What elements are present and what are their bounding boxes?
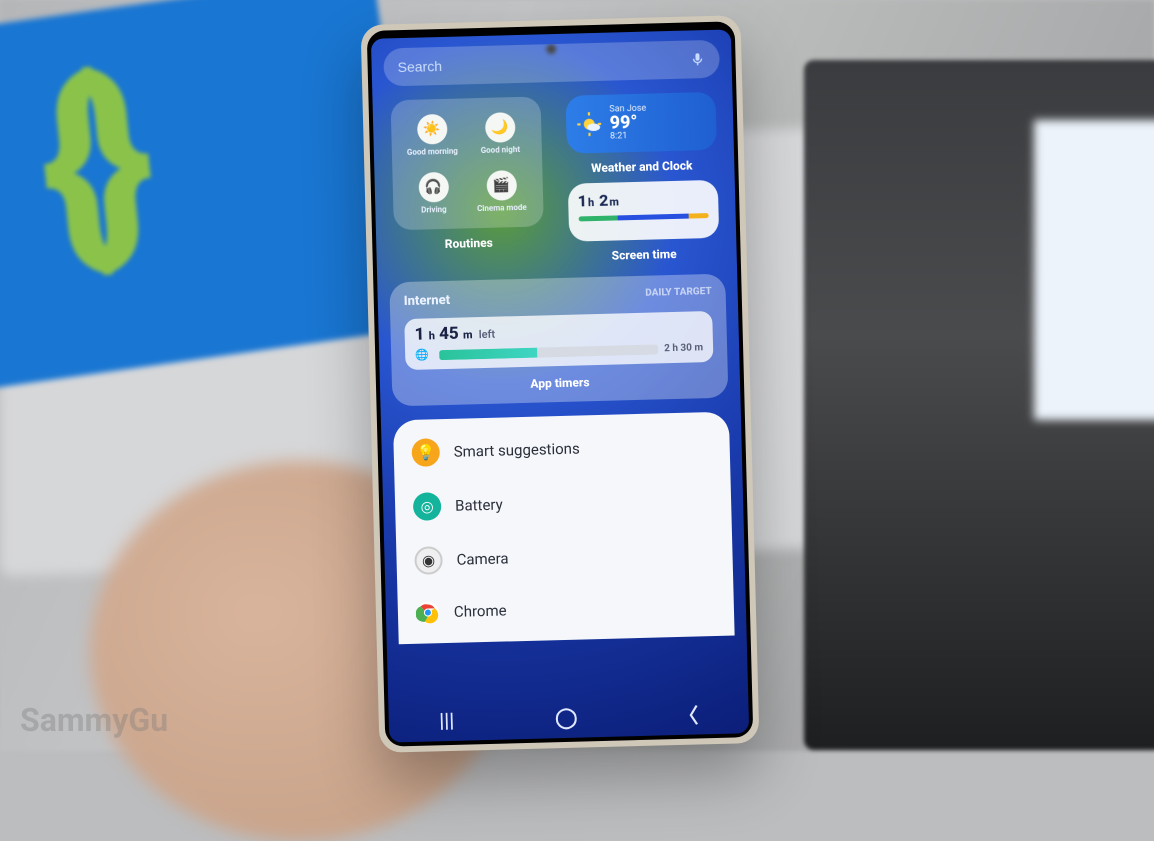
screentime-bar xyxy=(578,213,708,221)
lightbulb-icon: 💡 xyxy=(411,438,440,467)
weather-widget[interactable]: San Jose 99° 8:21 xyxy=(565,92,716,154)
camera-icon: ◉ xyxy=(414,546,443,575)
suggestion-smart[interactable]: 💡 Smart suggestions xyxy=(393,418,730,481)
app-timers-caption: App timers xyxy=(406,372,714,394)
at-m-unit: m xyxy=(463,328,473,341)
at-minutes: 45 xyxy=(439,324,459,345)
st-hours: 1 xyxy=(577,191,587,210)
routine-item[interactable]: 🎬 Cinema mode xyxy=(470,165,533,219)
st-h-unit: h xyxy=(588,196,595,209)
weather-location: San Jose xyxy=(609,105,646,115)
chrome-icon xyxy=(416,600,441,625)
st-seg-1 xyxy=(578,215,617,221)
weather-time: 8:21 xyxy=(610,132,647,142)
app-timers-bar xyxy=(439,344,659,360)
suggestion-label: Chrome xyxy=(454,601,507,620)
routine-item[interactable]: 🌙 Good night xyxy=(468,107,531,161)
back-button[interactable]: 〈 xyxy=(678,699,699,729)
weather-main: San Jose 99° 8:21 xyxy=(609,105,647,142)
app-timers-header: Internet DAILY TARGET xyxy=(404,286,712,309)
globe-icon: 🌐 xyxy=(415,348,429,361)
screentime-widget[interactable]: 1h 2m xyxy=(567,180,718,242)
app-timers-title: Internet xyxy=(404,293,451,309)
home-button[interactable]: ◯ xyxy=(555,705,578,730)
routine-label: Good night xyxy=(481,145,521,155)
search-bar[interactable] xyxy=(383,40,720,87)
routines-column: ☀️ Good morning 🌙 Good night 🎧 Driving xyxy=(385,96,550,268)
routine-night-icon: 🌙 xyxy=(484,112,515,143)
app-timers-bar-fill xyxy=(439,347,538,360)
app-timers-bar-row: 🌐 2 h 30 m xyxy=(415,341,703,362)
search-input[interactable] xyxy=(397,52,681,75)
phone-screen: ☀️ Good morning 🌙 Good night 🎧 Driving xyxy=(371,29,749,742)
suggestion-label: Battery xyxy=(455,496,503,515)
weather-sun-icon xyxy=(575,111,602,138)
weather-temp: 99° xyxy=(609,114,646,133)
watermark-text: SammyGu xyxy=(20,701,168,739)
phone-device: ☀️ Good morning 🌙 Good night 🎧 Driving xyxy=(361,15,760,753)
routines-label: Routines xyxy=(445,236,493,251)
app-timers-card: 1 h 45 m left 🌐 2 h 30 m xyxy=(404,311,713,370)
st-minutes: 2 xyxy=(599,191,609,210)
screentime-label: Screen time xyxy=(611,247,676,263)
routine-item[interactable]: 🎧 Driving xyxy=(402,166,465,220)
app-timers-total: 2 h 30 m xyxy=(664,342,703,354)
screentime-value: 1h 2m xyxy=(577,188,707,210)
suggestion-camera[interactable]: ◉ Camera xyxy=(396,526,733,589)
weather-screentime-column: San Jose 99° 8:21 Weather and Clock 1h 2… xyxy=(559,92,724,264)
routine-label: Driving xyxy=(421,205,447,215)
widgets-row: ☀️ Good morning 🌙 Good night 🎧 Driving xyxy=(385,92,725,269)
recents-button[interactable]: ||| xyxy=(439,708,455,732)
routine-driving-icon: 🎧 xyxy=(418,172,449,203)
routines-widget[interactable]: ☀️ Good morning 🌙 Good night 🎧 Driving xyxy=(390,96,543,230)
mic-icon[interactable] xyxy=(689,51,705,67)
weather-label: Weather and Clock xyxy=(591,158,693,175)
st-m-unit: m xyxy=(609,195,619,208)
suggestion-label: Smart suggestions xyxy=(454,440,580,461)
routine-cinema-icon: 🎬 xyxy=(486,170,517,201)
battery-icon: ◎ xyxy=(413,492,442,521)
at-hours: 1 xyxy=(414,325,424,345)
app-timers-widget[interactable]: Internet DAILY TARGET 1 h 45 m left 🌐 xyxy=(389,274,728,407)
screen-content: ☀️ Good morning 🌙 Good night 🎧 Driving xyxy=(371,29,747,644)
routine-item[interactable]: ☀️ Good morning xyxy=(400,108,463,162)
app-timers-remaining: 1 h 45 m left xyxy=(414,317,702,345)
at-left-label: left xyxy=(479,328,496,341)
photo-laptop-screen xyxy=(1034,120,1154,420)
app-timers-subtitle: DAILY TARGET xyxy=(645,286,712,303)
suggestion-label: Camera xyxy=(456,549,508,568)
photo-laptop xyxy=(804,60,1154,750)
routine-label: Cinema mode xyxy=(477,203,527,213)
suggestion-chrome[interactable]: Chrome xyxy=(397,580,734,639)
suggestion-battery[interactable]: ◎ Battery xyxy=(394,472,731,535)
routine-morning-icon: ☀️ xyxy=(416,114,447,145)
st-seg-2 xyxy=(617,214,689,221)
at-h-unit: h xyxy=(429,329,436,342)
routine-label: Good morning xyxy=(407,147,458,157)
suggestions-card: 💡 Smart suggestions ◎ Battery ◉ Camera xyxy=(393,412,735,645)
st-seg-3 xyxy=(689,213,709,219)
